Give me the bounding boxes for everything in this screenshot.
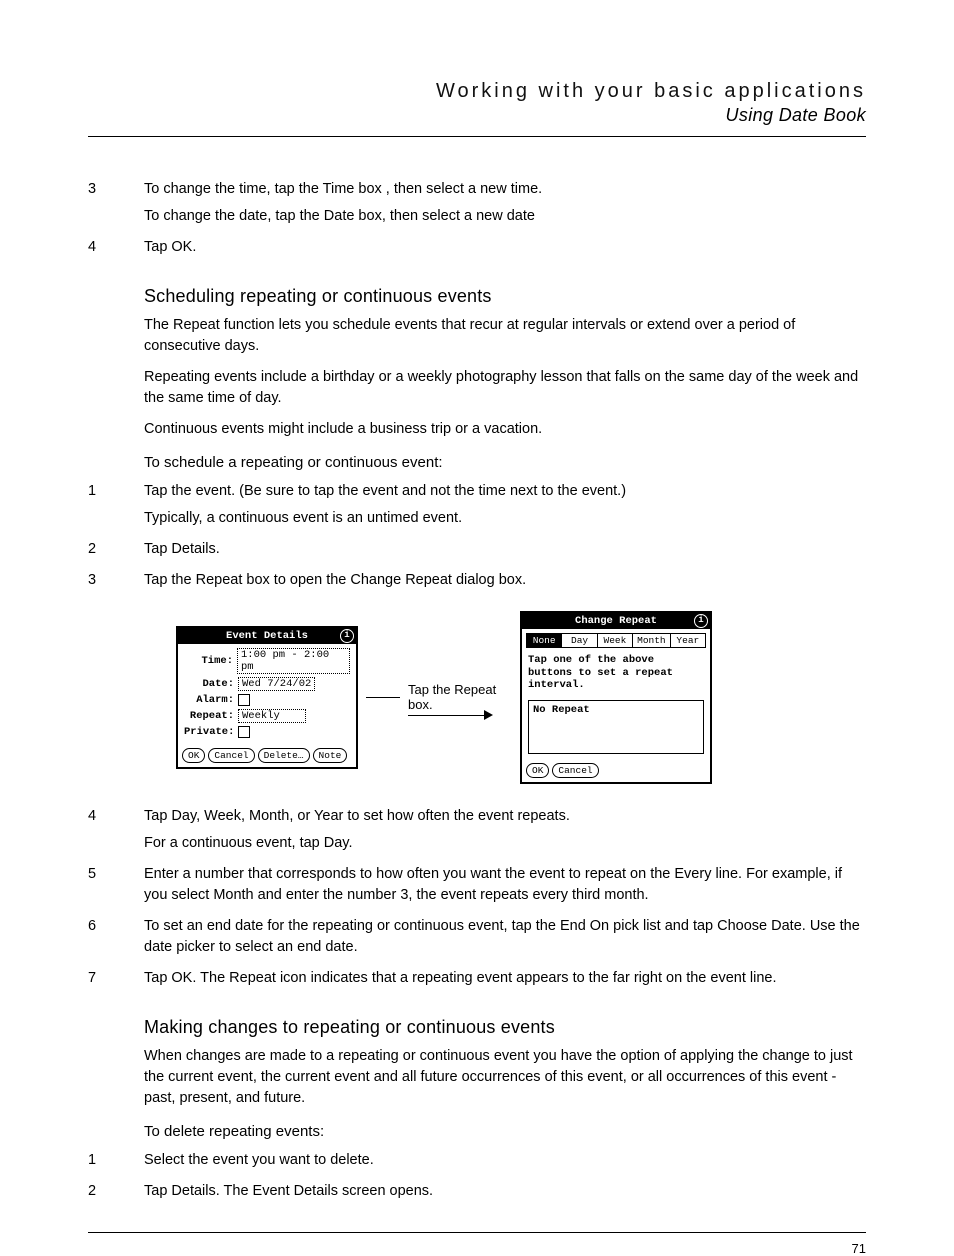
arrow-line <box>408 715 486 716</box>
step-text: Enter a number that corresponds to how o… <box>144 864 866 906</box>
heading-scheduling: Scheduling repeating or continuous event… <box>128 286 866 307</box>
procedure-title: To schedule a repeating or continuous ev… <box>128 454 866 471</box>
proc1-step-6: 6 To set an end date for the repeating o… <box>128 916 866 958</box>
step-text: Tap the Repeat box to open the Change Re… <box>144 570 866 591</box>
alarm-checkbox[interactable] <box>238 694 250 706</box>
panel-title: Event Details <box>226 630 308 642</box>
proc1-step-7: 7 Tap OK. The Repeat icon indicates that… <box>128 968 866 989</box>
panel-header: Change Repeat i <box>522 613 710 629</box>
leader-line <box>366 697 400 698</box>
step-text: Typically, a continuous event is an unti… <box>144 508 866 529</box>
tab-none[interactable]: None <box>527 634 562 647</box>
proc1-step-2: 2 Tap Details. <box>128 539 866 560</box>
step-4: 4 Tap OK. <box>128 237 866 258</box>
step-text: To change the time, tap the Time box , t… <box>144 179 866 200</box>
step-number: 5 <box>88 864 116 885</box>
private-label: Private: <box>184 726 234 738</box>
time-box[interactable]: 1:00 pm - 2:00 pm <box>237 648 350 674</box>
tab-year[interactable]: Year <box>671 634 705 647</box>
note-button[interactable]: Note <box>313 748 348 763</box>
step-text: Select the event you want to delete. <box>144 1150 866 1171</box>
header-rule <box>88 136 866 137</box>
change-repeat-panel: Change Repeat i None Day Week Month Year… <box>520 611 712 784</box>
proc2-step-2: 2 Tap Details. The Event Details screen … <box>128 1181 866 1202</box>
time-label: Time: <box>184 655 233 667</box>
step-text: To set an end date for the repeating or … <box>144 916 866 958</box>
ok-button[interactable]: OK <box>526 763 549 778</box>
step-number: 2 <box>88 1181 116 1202</box>
step-text: To change the date, tap the Date box, th… <box>144 206 866 227</box>
instruction-text: Tap one of the above buttons to set a re… <box>522 652 710 698</box>
step-3: 3 To change the time, tap the Time box ,… <box>128 179 866 227</box>
step-number: 2 <box>88 539 116 560</box>
info-icon[interactable]: i <box>340 629 354 643</box>
procedure-title: To delete repeating events: <box>128 1123 866 1140</box>
page-number: 71 <box>88 1241 866 1256</box>
step-text: For a continuous event, tap Day. <box>144 833 866 854</box>
paragraph: When changes are made to a repeating or … <box>128 1046 866 1109</box>
heading-changes: Making changes to repeating or continuou… <box>128 1017 866 1038</box>
delete-button[interactable]: Delete… <box>258 748 310 763</box>
step-number: 3 <box>88 570 116 591</box>
figure-row: Event Details i Time: 1:00 pm - 2:00 pm … <box>176 611 866 784</box>
step-text: Tap Day, Week, Month, or Year to set how… <box>144 806 866 827</box>
cancel-button[interactable]: Cancel <box>208 748 254 763</box>
step-number: 7 <box>88 968 116 989</box>
tab-week[interactable]: Week <box>598 634 633 647</box>
figure-callout: Tap the Repeat box. <box>408 683 504 712</box>
step-number: 3 <box>88 179 116 200</box>
step-number: 4 <box>88 237 116 258</box>
paragraph: Repeating events include a birthday or a… <box>128 367 866 409</box>
repeat-box[interactable]: Weekly <box>238 709 306 723</box>
arrow-right-icon <box>484 710 493 720</box>
proc1-step-4: 4 Tap Day, Week, Month, or Year to set h… <box>128 806 866 854</box>
footer-rule <box>88 1232 866 1233</box>
step-text: Tap OK. <box>144 237 866 258</box>
repeat-tabs: None Day Week Month Year <box>526 633 706 648</box>
proc1-step-1: 1 Tap the event. (Be sure to tap the eve… <box>128 481 866 529</box>
step-number: 1 <box>88 481 116 502</box>
info-icon[interactable]: i <box>694 614 708 628</box>
ok-button[interactable]: OK <box>182 748 205 763</box>
paragraph: Continuous events might include a busine… <box>128 419 866 440</box>
tab-day[interactable]: Day <box>562 634 597 647</box>
step-text: Tap OK. The Repeat icon indicates that a… <box>144 968 866 989</box>
panel-header: Event Details i <box>178 628 356 644</box>
cancel-button[interactable]: Cancel <box>552 763 598 778</box>
repeat-status: No Repeat <box>528 700 704 754</box>
date-label: Date: <box>184 678 234 690</box>
proc1-step-3: 3 Tap the Repeat box to open the Change … <box>128 570 866 591</box>
tab-month[interactable]: Month <box>633 634 671 647</box>
callout-text: Tap the Repeat box. <box>408 682 496 711</box>
step-number: 4 <box>88 806 116 827</box>
chapter-title: Working with your basic applications <box>88 80 866 103</box>
repeat-label: Repeat: <box>184 710 234 722</box>
event-details-panel: Event Details i Time: 1:00 pm - 2:00 pm … <box>176 626 358 769</box>
private-checkbox[interactable] <box>238 726 250 738</box>
proc1-step-5: 5 Enter a number that corresponds to how… <box>128 864 866 906</box>
step-number: 1 <box>88 1150 116 1171</box>
step-number: 6 <box>88 916 116 937</box>
panel-title: Change Repeat <box>575 615 657 627</box>
section-title: Using Date Book <box>88 105 866 126</box>
paragraph: The Repeat function lets you schedule ev… <box>128 315 866 357</box>
step-text: Tap Details. <box>144 539 866 560</box>
proc2-step-1: 1 Select the event you want to delete. <box>128 1150 866 1171</box>
step-text: Tap the event. (Be sure to tap the event… <box>144 481 866 502</box>
step-text: Tap Details. The Event Details screen op… <box>144 1181 866 1202</box>
alarm-label: Alarm: <box>184 694 234 706</box>
page-header: Working with your basic applications Usi… <box>88 80 866 126</box>
date-box[interactable]: Wed 7/24/02 <box>238 677 315 691</box>
